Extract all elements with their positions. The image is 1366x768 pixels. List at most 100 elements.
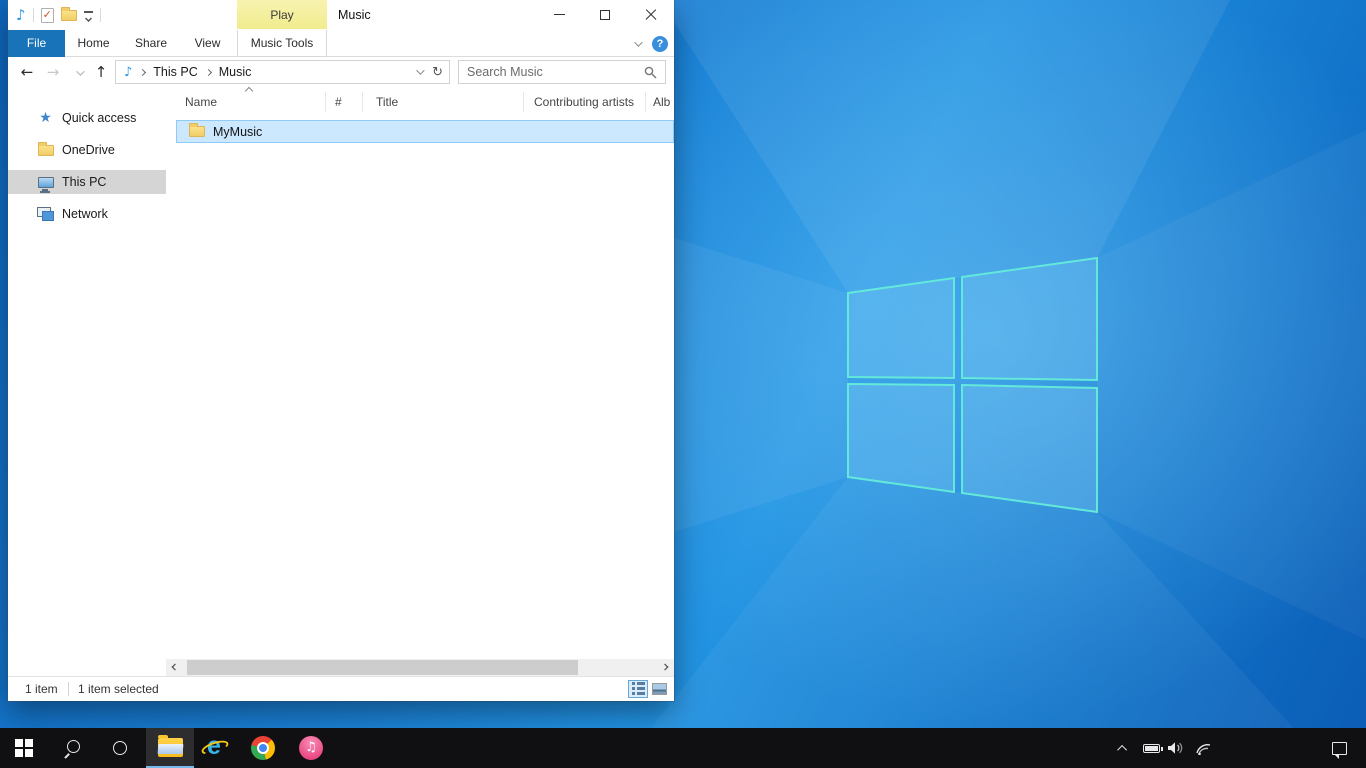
search-icon[interactable] bbox=[644, 66, 657, 79]
tab-share[interactable]: Share bbox=[122, 30, 180, 57]
large-icons-view-icon bbox=[652, 683, 667, 695]
help-icon[interactable]: ? bbox=[652, 36, 668, 52]
status-bar: 1 item 1 item selected bbox=[8, 676, 674, 701]
action-center-button[interactable] bbox=[1328, 728, 1350, 768]
itunes-icon: ♫ bbox=[299, 736, 323, 760]
desktop: ♪ Play Music File Home Share View Music … bbox=[0, 0, 1366, 768]
breadcrumb-this-pc[interactable]: This PC bbox=[153, 65, 197, 79]
tab-file[interactable]: File bbox=[8, 30, 65, 57]
column-header-album[interactable]: Alb bbox=[653, 95, 670, 109]
taskbar-chrome-button[interactable] bbox=[239, 728, 287, 768]
volume-button[interactable] bbox=[1164, 728, 1186, 768]
close-button[interactable] bbox=[628, 0, 674, 29]
large-icons-view-button[interactable] bbox=[649, 680, 669, 698]
file-explorer-icon bbox=[158, 738, 183, 757]
taskbar-internet-explorer-button[interactable]: e bbox=[191, 728, 239, 768]
taskbar-search-button[interactable] bbox=[48, 728, 96, 768]
refresh-icon[interactable]: ↻ bbox=[432, 66, 443, 79]
breadcrumb-chevron-icon[interactable] bbox=[205, 68, 212, 75]
new-folder-icon[interactable] bbox=[61, 10, 77, 21]
column-divider[interactable] bbox=[362, 92, 363, 112]
search-input[interactable] bbox=[467, 61, 637, 83]
taskbar-file-explorer-button[interactable] bbox=[146, 728, 194, 768]
music-note-icon: ♪ bbox=[16, 8, 26, 23]
sidebar-item-label: OneDrive bbox=[62, 143, 115, 157]
file-name: MyMusic bbox=[213, 125, 262, 139]
maximize-button[interactable] bbox=[582, 0, 628, 29]
sort-ascending-icon bbox=[245, 87, 253, 95]
action-center-icon bbox=[1332, 742, 1347, 755]
address-dropdown-chevron-icon[interactable] bbox=[416, 66, 424, 74]
tab-music-tools[interactable]: Music Tools bbox=[237, 30, 327, 57]
column-header-title[interactable]: Title bbox=[376, 95, 398, 109]
sidebar-item-quick-access[interactable]: ★ Quick access bbox=[8, 106, 166, 130]
address-bar[interactable]: ♪ This PC Music ↻ bbox=[115, 60, 450, 84]
monitor-icon bbox=[38, 177, 54, 188]
hidden-icons-button[interactable] bbox=[1112, 728, 1134, 768]
recent-locations-chevron-icon[interactable] bbox=[76, 67, 84, 75]
forward-button[interactable]: → bbox=[42, 57, 64, 87]
properties-check-icon[interactable] bbox=[41, 8, 54, 23]
sidebar-item-onedrive[interactable]: OneDrive bbox=[8, 138, 166, 162]
customize-toolbar-dropdown-icon[interactable] bbox=[84, 10, 93, 20]
up-button[interactable]: ↑ bbox=[90, 57, 112, 87]
search-box[interactable] bbox=[458, 60, 666, 84]
column-header-name[interactable]: Name bbox=[185, 95, 217, 109]
navigation-bar: ← → ↑ ♪ This PC Music ↻ bbox=[8, 57, 674, 87]
column-header-contributing-artists[interactable]: Contributing artists bbox=[534, 95, 634, 109]
column-divider[interactable] bbox=[523, 92, 524, 112]
tab-home[interactable]: Home bbox=[65, 30, 122, 57]
search-icon bbox=[63, 739, 81, 757]
details-view-button[interactable] bbox=[628, 680, 648, 698]
scroll-right-arrow-icon[interactable] bbox=[661, 663, 668, 670]
taskbar: e ♫ bbox=[0, 728, 1366, 768]
file-row-mymusic[interactable]: MyMusic bbox=[176, 120, 674, 143]
title-bar: ♪ Play Music bbox=[8, 0, 674, 30]
minimize-button[interactable] bbox=[536, 0, 582, 29]
scroll-left-arrow-icon[interactable] bbox=[171, 663, 178, 670]
column-divider[interactable] bbox=[325, 92, 326, 112]
close-icon bbox=[645, 9, 657, 21]
column-header-number[interactable]: # bbox=[335, 95, 342, 109]
tab-view[interactable]: View bbox=[180, 30, 235, 57]
divider bbox=[33, 8, 34, 22]
chevron-up-icon bbox=[1117, 744, 1127, 754]
window-body: ★ Quick access OneDrive This PC Network bbox=[8, 87, 674, 659]
sidebar-item-label: Network bbox=[62, 207, 108, 221]
start-button[interactable] bbox=[0, 728, 48, 768]
column-headers: Name # Title Contributing artists Alb bbox=[166, 89, 674, 115]
back-button[interactable]: ← bbox=[16, 57, 38, 87]
ribbon-collapse-chevron-icon[interactable] bbox=[634, 38, 642, 46]
column-divider[interactable] bbox=[645, 92, 646, 112]
music-note-icon: ♪ bbox=[124, 66, 132, 79]
minimize-icon bbox=[554, 14, 565, 15]
sidebar-item-this-pc[interactable]: This PC bbox=[8, 170, 166, 194]
contextual-tab-badge-play[interactable]: Play bbox=[237, 0, 327, 29]
network-button[interactable] bbox=[1192, 728, 1214, 768]
network-icon bbox=[37, 207, 54, 221]
breadcrumb-music[interactable]: Music bbox=[219, 65, 252, 79]
star-icon: ★ bbox=[39, 111, 52, 125]
item-count: 1 item bbox=[25, 682, 58, 696]
selection-count: 1 item selected bbox=[78, 682, 159, 696]
window-title: Music bbox=[338, 0, 371, 30]
taskbar-itunes-button[interactable]: ♫ bbox=[287, 728, 335, 768]
window-controls bbox=[536, 0, 674, 29]
divider bbox=[68, 682, 69, 696]
windows-logo-icon bbox=[15, 739, 33, 757]
battery-status-button[interactable] bbox=[1140, 728, 1162, 768]
breadcrumb-chevron-icon[interactable] bbox=[139, 68, 146, 75]
folder-icon bbox=[189, 126, 205, 137]
wifi-icon bbox=[1195, 741, 1212, 755]
cortana-button[interactable] bbox=[96, 728, 144, 768]
ribbon-tab-row: File Home Share View Music Tools ? bbox=[8, 30, 674, 57]
divider bbox=[100, 8, 101, 22]
scrollbar-thumb[interactable] bbox=[187, 660, 578, 675]
sidebar-item-network[interactable]: Network bbox=[8, 202, 166, 226]
horizontal-scrollbar[interactable] bbox=[166, 659, 674, 676]
sidebar-item-label: Quick access bbox=[62, 111, 136, 125]
battery-icon bbox=[1143, 744, 1160, 753]
file-list-pane: Name # Title Contributing artists Alb My… bbox=[166, 87, 674, 659]
folder-icon bbox=[38, 145, 54, 156]
sidebar-item-label: This PC bbox=[62, 175, 106, 189]
